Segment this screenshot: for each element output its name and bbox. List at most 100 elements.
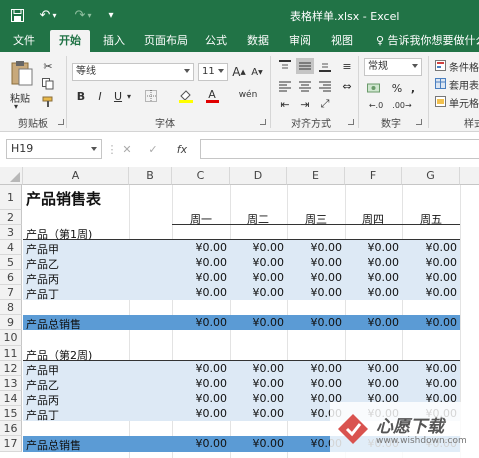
tab-review[interactable]: 审阅 xyxy=(282,30,318,52)
wrap-text-icon[interactable]: ≡ xyxy=(338,58,356,74)
select-all-corner[interactable] xyxy=(0,167,23,185)
tab-insert[interactable]: 插入 xyxy=(96,30,132,52)
value-cell[interactable]: ¥0.00 xyxy=(345,362,400,375)
column-header-g[interactable]: G xyxy=(402,167,460,185)
value-cell[interactable]: ¥0.00 xyxy=(402,256,458,269)
weekday-header[interactable]: 周二 xyxy=(247,211,269,227)
font-size-combo[interactable]: 11 xyxy=(198,63,228,81)
cell-styles-icon[interactable] xyxy=(434,95,446,107)
value-cell[interactable]: ¥0.00 xyxy=(230,271,285,284)
tab-home[interactable]: 开始 xyxy=(50,30,90,52)
decrease-indent-icon[interactable]: ⇤ xyxy=(276,96,294,112)
bold-button[interactable]: B xyxy=(74,88,88,104)
product-label[interactable]: 产品甲 xyxy=(26,362,59,378)
conditional-formatting-icon[interactable] xyxy=(434,59,446,71)
number-format-combo[interactable]: 常规 xyxy=(364,58,422,76)
font-launcher-icon[interactable] xyxy=(260,119,266,125)
column-header-b[interactable]: B xyxy=(129,167,172,185)
weekday-header[interactable]: 周一 xyxy=(190,211,212,227)
row-header[interactable]: 6 xyxy=(0,270,22,285)
align-center-icon[interactable] xyxy=(296,78,314,94)
row-header[interactable]: 7 xyxy=(0,285,22,300)
total-value-cell[interactable]: ¥0.00 xyxy=(402,316,458,329)
align-right-icon[interactable] xyxy=(316,78,334,94)
row-header[interactable]: 4 xyxy=(0,240,22,255)
borders-icon[interactable] xyxy=(143,88,159,104)
value-cell[interactable]: ¥0.00 xyxy=(287,241,343,254)
total-label[interactable]: 产品总销售 xyxy=(26,437,81,453)
weekday-header[interactable]: 周四 xyxy=(362,211,384,227)
fill-color-icon[interactable] xyxy=(177,88,195,104)
increase-indent-icon[interactable]: ⇥ xyxy=(296,96,314,112)
redo-icon[interactable]: ↷ ▾ xyxy=(70,6,96,24)
value-cell[interactable]: ¥0.00 xyxy=(172,256,228,269)
row-header[interactable]: 15 xyxy=(0,406,22,421)
underline-button[interactable]: U xyxy=(111,88,125,104)
row-header[interactable]: 10 xyxy=(0,330,22,346)
column-header-f[interactable]: F xyxy=(345,167,402,185)
tab-page-layout[interactable]: 页面布局 xyxy=(138,30,194,52)
total-value-cell[interactable]: ¥0.00 xyxy=(230,437,285,450)
row-header[interactable]: 3 xyxy=(0,225,22,240)
name-box[interactable]: H19 xyxy=(6,139,102,159)
product-label[interactable]: 产品乙 xyxy=(26,377,59,393)
value-cell[interactable]: ¥0.00 xyxy=(172,271,228,284)
row-header[interactable]: 1 xyxy=(0,185,22,210)
value-cell[interactable]: ¥0.00 xyxy=(230,256,285,269)
product-label[interactable]: 产品乙 xyxy=(26,256,59,272)
value-cell[interactable]: ¥0.00 xyxy=(230,407,285,420)
align-top-icon[interactable] xyxy=(276,58,294,74)
row-header[interactable]: 16 xyxy=(0,421,22,436)
column-header-h[interactable] xyxy=(460,167,479,185)
column-header-d[interactable]: D xyxy=(230,167,287,185)
tab-data[interactable]: 数据 xyxy=(240,30,276,52)
value-cell[interactable]: ¥0.00 xyxy=(230,241,285,254)
value-cell[interactable]: ¥0.00 xyxy=(402,286,458,299)
row-header[interactable]: 11 xyxy=(0,346,22,361)
value-cell[interactable]: ¥0.00 xyxy=(345,256,400,269)
grow-font-icon[interactable]: A ▲ xyxy=(232,64,246,80)
phonetic-guide-icon[interactable]: wén xyxy=(238,86,258,104)
value-cell[interactable]: ¥0.00 xyxy=(230,286,285,299)
copy-icon[interactable] xyxy=(40,76,56,92)
align-left-icon[interactable] xyxy=(276,78,294,94)
value-cell[interactable]: ¥0.00 xyxy=(172,286,228,299)
formula-input[interactable] xyxy=(200,139,479,159)
paste-icon[interactable] xyxy=(8,58,36,88)
underline-dropdown-icon[interactable]: ▾ xyxy=(125,89,133,103)
column-header-a[interactable]: A xyxy=(23,167,129,185)
align-middle-icon[interactable] xyxy=(296,58,314,74)
font-color-icon[interactable]: A xyxy=(203,88,221,104)
clipboard-launcher-icon[interactable] xyxy=(58,119,64,125)
tab-formulas[interactable]: 公式 xyxy=(198,30,234,52)
weekday-header[interactable]: 周三 xyxy=(305,211,327,227)
cancel-icon[interactable]: ✕ xyxy=(120,141,134,157)
value-cell[interactable]: ¥0.00 xyxy=(402,241,458,254)
column-header-c[interactable]: C xyxy=(172,167,230,185)
row-header[interactable]: 8 xyxy=(0,300,22,315)
value-cell[interactable]: ¥0.00 xyxy=(402,377,458,390)
product-label[interactable]: 产品丁 xyxy=(26,407,59,423)
total-label[interactable]: 产品总销售 xyxy=(26,316,81,332)
column-header-e[interactable]: E xyxy=(287,167,345,185)
row-header[interactable]: 17 xyxy=(0,436,22,452)
format-as-table-icon[interactable] xyxy=(434,77,446,89)
orientation-icon[interactable]: ⤢ xyxy=(316,96,334,112)
value-cell[interactable]: ¥0.00 xyxy=(345,377,400,390)
value-cell[interactable]: ¥0.00 xyxy=(172,362,228,375)
value-cell[interactable]: ¥0.00 xyxy=(402,362,458,375)
undo-icon[interactable]: ↶ ▾ xyxy=(36,6,60,24)
row-header[interactable]: 2 xyxy=(0,210,22,225)
merge-center-icon[interactable]: ⇔ xyxy=(338,78,356,94)
value-cell[interactable]: ¥0.00 xyxy=(345,241,400,254)
value-cell[interactable]: ¥0.00 xyxy=(287,377,343,390)
value-cell[interactable]: ¥0.00 xyxy=(172,377,228,390)
value-cell[interactable]: ¥0.00 xyxy=(345,286,400,299)
value-cell[interactable]: ¥0.00 xyxy=(287,256,343,269)
weekday-header[interactable]: 周五 xyxy=(420,211,442,227)
value-cell[interactable]: ¥0.00 xyxy=(230,392,285,405)
total-value-cell[interactable]: ¥0.00 xyxy=(345,316,400,329)
save-icon[interactable] xyxy=(8,6,26,24)
row-header[interactable]: 14 xyxy=(0,391,22,406)
cut-icon[interactable]: ✂ xyxy=(40,58,56,74)
